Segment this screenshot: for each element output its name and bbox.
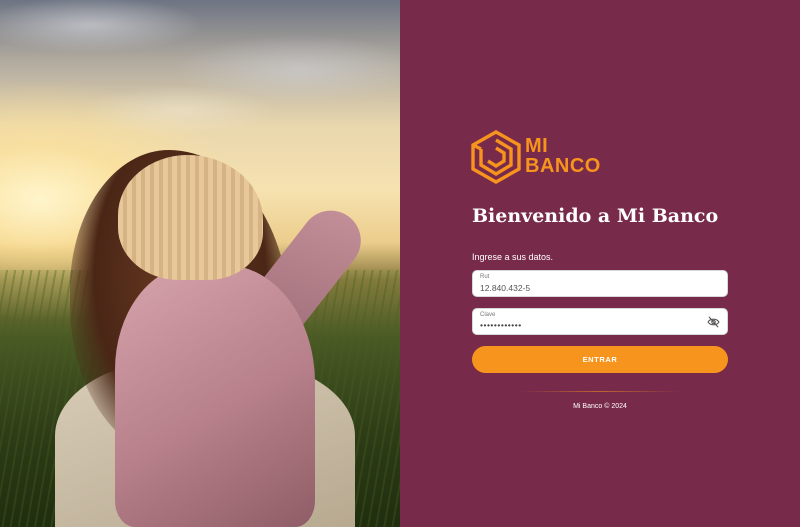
- password-label: Clave: [480, 312, 496, 318]
- photo-hat: [118, 155, 263, 280]
- bank-logo-text: MI BANCO: [525, 136, 601, 176]
- photo-child: [115, 265, 315, 527]
- password-input[interactable]: ••••••••••••: [480, 320, 522, 330]
- photo-sky: [0, 0, 400, 150]
- password-field[interactable]: Clave ••••••••••••: [472, 308, 728, 335]
- copyright-text: Mi Banco © 2024: [573, 403, 627, 410]
- rut-input[interactable]: 12.840.432-5: [480, 283, 530, 293]
- enter-button[interactable]: ENTRAR: [472, 346, 728, 373]
- logo-line-2: BANCO: [525, 155, 601, 177]
- hero-photo: [0, 0, 400, 527]
- rut-field[interactable]: Rut 12.840.432-5: [472, 270, 728, 297]
- rut-label: Rut: [480, 274, 490, 280]
- bank-logo-icon: [471, 130, 521, 184]
- instructions-text: Ingrese a sus datos.: [472, 252, 554, 262]
- bank-logo: MI BANCO: [471, 130, 621, 184]
- logo-line-1: MI: [525, 135, 549, 157]
- eye-off-icon[interactable]: [707, 316, 720, 328]
- divider: [520, 391, 680, 392]
- welcome-title: Bienvenido a Mi Banco: [472, 205, 719, 227]
- login-panel: MI BANCO Bienvenido a Mi Banco Ingrese a…: [400, 0, 800, 527]
